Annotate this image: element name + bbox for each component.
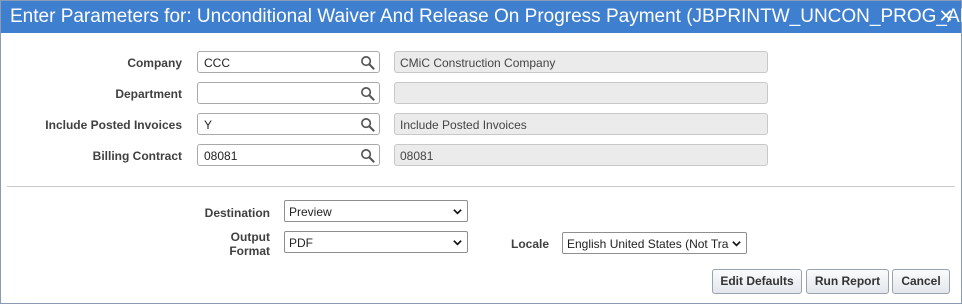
output-format-select[interactable]: PDF: [284, 231, 468, 253]
billing-contract-label: Billing Contract: [92, 149, 182, 163]
locale-value: English United States (Not Tra: [567, 237, 729, 251]
edit-defaults-button[interactable]: Edit Defaults: [712, 269, 802, 294]
company-label: Company: [127, 56, 182, 70]
section-divider: [7, 186, 955, 187]
include-posted-invoices-value: Y: [204, 118, 213, 132]
department-input[interactable]: [197, 82, 380, 104]
search-icon[interactable]: [360, 55, 375, 70]
destination-value: Preview: [289, 205, 332, 219]
output-format-value: PDF: [289, 236, 313, 250]
cancel-button[interactable]: Cancel: [892, 269, 950, 294]
company-input[interactable]: CCC: [197, 51, 380, 73]
chevron-down-icon: [452, 206, 463, 217]
department-description: [394, 82, 768, 104]
include-posted-invoices-description-value: Include Posted Invoices: [400, 118, 527, 132]
search-icon[interactable]: [360, 117, 375, 132]
billing-contract-description-value: 08081: [400, 149, 434, 163]
locale-label: Locale: [510, 237, 549, 251]
dialog-title: Enter Parameters for: Unconditional Waiv…: [10, 6, 962, 27]
close-icon[interactable]: ✕: [936, 5, 956, 27]
parameters-dialog: Enter Parameters for: Unconditional Waiv…: [0, 0, 962, 304]
destination-select[interactable]: Preview: [284, 200, 468, 222]
company-description-value: CMiC Construction Company: [400, 56, 556, 70]
include-posted-invoices-input[interactable]: Y: [197, 113, 380, 135]
search-icon[interactable]: [360, 148, 375, 163]
department-label: Department: [115, 87, 182, 101]
locale-select[interactable]: English United States (Not Tra: [562, 232, 747, 254]
company-value: CCC: [204, 56, 230, 70]
include-posted-invoices-description: Include Posted Invoices: [394, 113, 768, 135]
dialog-titlebar: Enter Parameters for: Unconditional Waiv…: [1, 1, 962, 33]
run-report-button[interactable]: Run Report: [806, 269, 889, 294]
output-format-label-line1: Output: [230, 230, 270, 244]
search-icon[interactable]: [360, 86, 375, 101]
include-posted-invoices-label: Include Posted Invoices: [45, 118, 182, 132]
billing-contract-description: 08081: [394, 144, 768, 166]
billing-contract-value: 08081: [204, 149, 238, 163]
destination-label: Destination: [204, 206, 270, 220]
chevron-down-icon: [731, 238, 742, 249]
output-format-label-line2: Format: [229, 244, 270, 258]
output-format-label: Output Format: [229, 230, 270, 258]
chevron-down-icon: [452, 237, 463, 248]
company-description: CMiC Construction Company: [394, 51, 768, 73]
billing-contract-input[interactable]: 08081: [197, 144, 380, 166]
